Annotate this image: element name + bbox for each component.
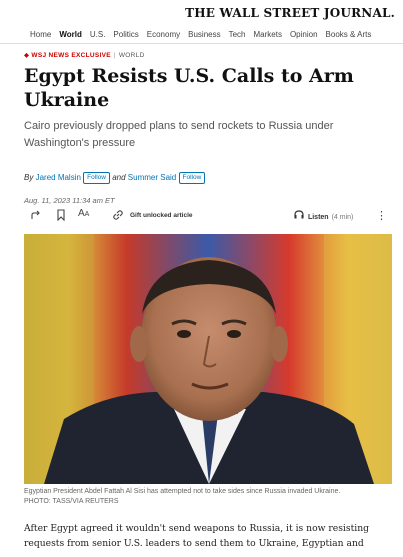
kicker-separator: | — [113, 52, 116, 59]
section-nav: Home World U.S. Politics Economy Business Tech… — [0, 24, 403, 44]
publish-date: Aug. 11, 2023 11:34 am ET — [24, 196, 115, 205]
dek: Cairo previously dropped plans to send r… — [24, 120, 334, 149]
follow-button-1[interactable]: Follow — [83, 172, 110, 184]
article-body: After Egypt agreed it wouldn't send weap… — [24, 523, 370, 549]
byline-and: and — [112, 173, 126, 183]
byline-by: By — [24, 173, 34, 183]
caption-text: Egyptian President Abdel Fattah Al Sisi … — [24, 488, 341, 495]
nav-item-opinion[interactable]: Opinion — [290, 25, 318, 43]
follow-button-2[interactable]: Follow — [178, 172, 206, 184]
nav-item-books-arts[interactable]: Books & Arts — [326, 25, 372, 43]
gift-link-icon[interactable] — [112, 209, 124, 224]
nav-item-markets[interactable]: Markets — [254, 25, 282, 43]
nav-item-economy[interactable]: Economy — [147, 25, 180, 43]
headphones-icon — [294, 210, 304, 219]
nav-item-world[interactable]: World — [59, 25, 82, 43]
headline: Egypt Resists U.S. Calls to Arm Ukraine — [24, 65, 354, 111]
nav-item-politics[interactable]: Politics — [113, 25, 138, 43]
section-label[interactable]: WORLD — [119, 52, 145, 59]
byline: By Jared Malsin Follow and Summer Said F… — [24, 172, 206, 184]
nav-item-tech[interactable]: Tech — [229, 25, 246, 43]
listen-duration: (4 min) — [331, 214, 354, 221]
share-icon[interactable] — [30, 209, 42, 224]
page: THE WALL STREET JOURNAL. Home World U.S. Po… — [0, 0, 403, 557]
article-photo — [24, 234, 392, 484]
nav-item-home[interactable]: Home — [30, 25, 51, 43]
photo-caption: Egyptian President Abdel Fattah Al Sisi … — [24, 487, 392, 507]
photo-credit: PHOTO: TASS/VIA REUTERS — [24, 498, 119, 505]
listen-label: Listen — [307, 214, 329, 221]
gift-article-button[interactable]: Gift unlocked article — [130, 212, 193, 219]
text-size-icon[interactable]: AA — [78, 208, 89, 219]
more-options-icon[interactable]: ⋮ — [376, 209, 387, 222]
listen-button[interactable]: Listen (4 min) — [294, 210, 353, 221]
masthead-logo[interactable]: THE WALL STREET JOURNAL. — [185, 6, 395, 20]
author-link-1[interactable]: Jared Malsin — [36, 173, 81, 182]
photo-sisi-image — [24, 234, 392, 484]
nav-item-business[interactable]: Business — [188, 25, 220, 43]
exclusive-dot-icon: ◆ — [24, 52, 30, 59]
author-link-2[interactable]: Summer Said — [128, 173, 176, 182]
article-toolbar: AA Gift unlocked article Listen (4 min) ⋮ — [24, 207, 387, 225]
exclusive-badge: WSJ NEWS EXCLUSIVE — [31, 52, 111, 59]
article-kicker: ◆ WSJ NEWS EXCLUSIVE | WORLD — [24, 51, 145, 59]
nav-item-us[interactable]: U.S. — [90, 25, 106, 43]
bookmark-icon[interactable] — [56, 209, 66, 224]
top-bar: THE WALL STREET JOURNAL. — [0, 0, 403, 24]
